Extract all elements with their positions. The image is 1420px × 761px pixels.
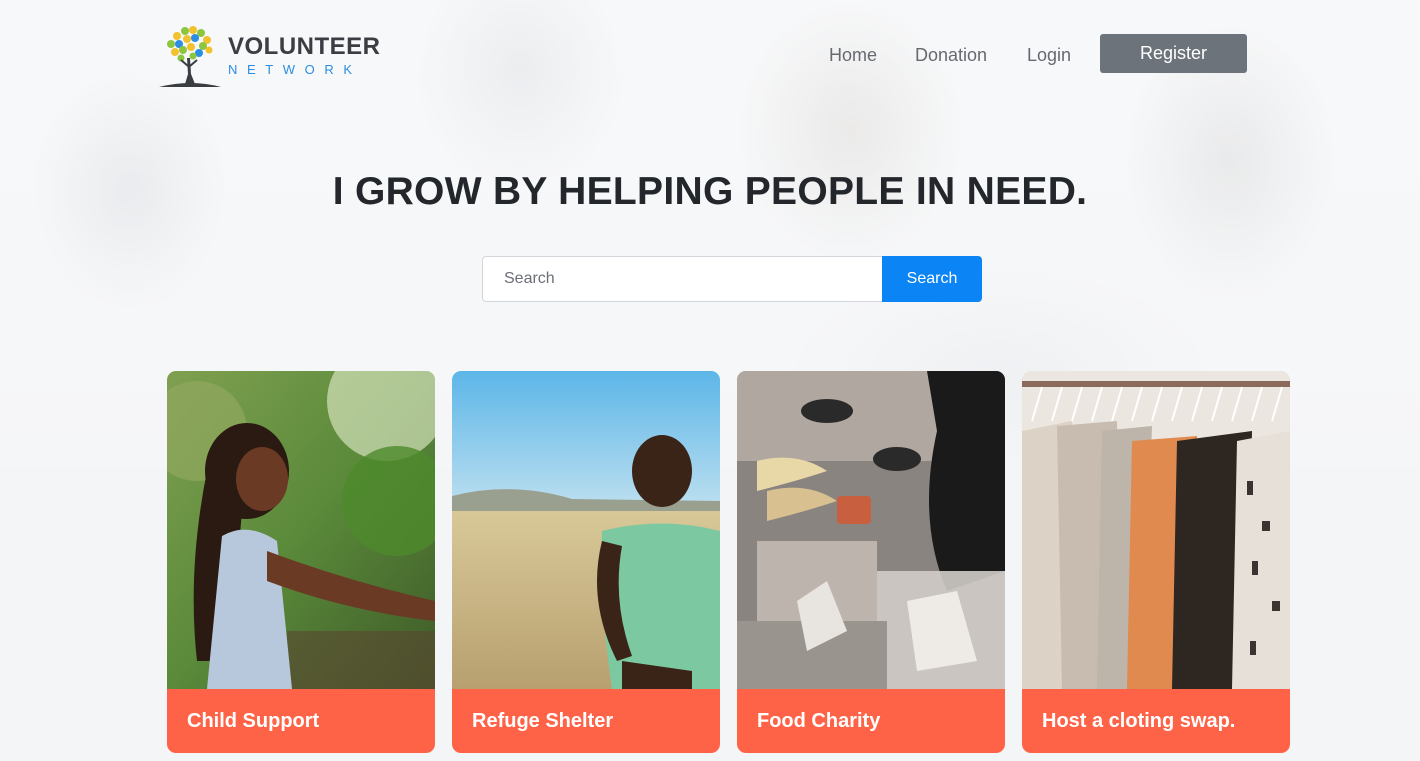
card-cloting-swap[interactable]: Host a cloting swap. [1022,371,1290,753]
card-label: Refuge Shelter [452,689,720,753]
cloting-swap-image [1022,371,1290,689]
nav-login-link[interactable]: Login [1027,45,1071,66]
site-logo[interactable]: VOLUNTEER NETWORK [157,22,382,90]
card-label: Child Support [167,689,435,753]
refuge-shelter-image [452,371,720,689]
register-button[interactable]: Register [1100,34,1247,73]
tree-logo-icon [159,26,221,87]
card-label: Food Charity [737,689,1005,753]
nav-donation-link[interactable]: Donation [915,45,987,66]
card-label: Host a cloting swap. [1022,689,1290,753]
search-button[interactable]: Search [882,256,982,302]
child-support-image [167,371,435,689]
logo-title: VOLUNTEER [228,33,381,60]
nav-home-link[interactable]: Home [829,45,877,66]
search-input[interactable] [482,256,883,302]
card-child-support[interactable]: Child Support [167,371,435,753]
logo-subtitle: NETWORK [228,62,362,77]
card-refuge-shelter[interactable]: Refuge Shelter [452,371,720,753]
hero-title: I GROW BY HELPING PEOPLE IN NEED. [332,170,1088,213]
card-food-charity[interactable]: Food Charity [737,371,1005,753]
food-charity-image [737,371,1005,689]
